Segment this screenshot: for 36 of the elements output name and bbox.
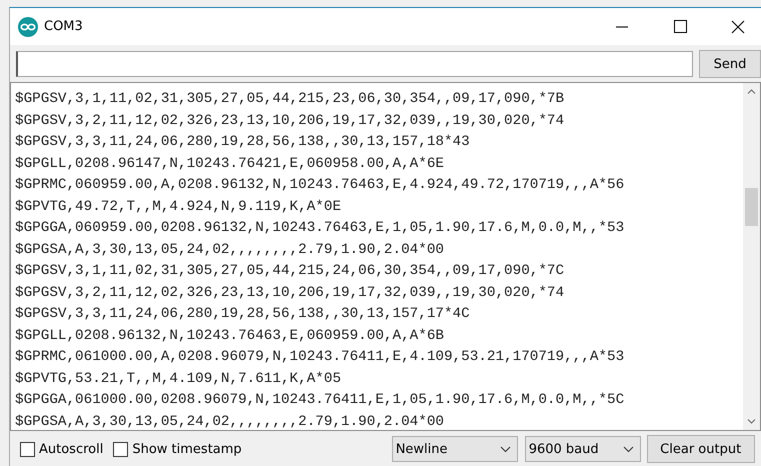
output-line: $GPVTG,49.72,T,,M,4.924,N,9.119,K,A*0E bbox=[15, 198, 342, 216]
scroll-down-icon bbox=[747, 419, 756, 424]
baud-rate-dropdown[interactable]: 9600 baud bbox=[524, 436, 641, 462]
output-line: $GPGLL,0208.96132,N,10243.76463,E,060959.00,A,A*6B bbox=[15, 326, 445, 346]
output-line: $GPGSV,3,3,11,24,06,280,19,28,56,138,,30,13,157,18*43 bbox=[15, 133, 471, 152]
chevron-down-icon bbox=[622, 446, 634, 452]
window-title: COM3 bbox=[44, 19, 84, 34]
chevron-down-icon bbox=[500, 446, 511, 452]
checkbox[interactable] bbox=[20, 442, 35, 456]
output-line: $GPGSV,3,1,11,02,31,305,27,05,44,215,24,06,30,354,,09,17,090,*7C bbox=[15, 262, 566, 281]
scrollbar[interactable] bbox=[743, 83, 760, 430]
maximize-icon bbox=[674, 20, 686, 33]
output-line: $GPGSA,A,3,30,13,05,24,02,,,,,,,,2.79,1.90,2.04*00 bbox=[15, 240, 445, 260]
scrollbar-thumb[interactable] bbox=[745, 188, 758, 226]
scroll-up-icon bbox=[747, 89, 756, 94]
output-line: $GPGLL,0208.96147,N,10243.76421,E,060958.00,A,A*6E bbox=[15, 154, 445, 174]
minimize-icon bbox=[616, 26, 628, 28]
output-line: $GPGSV,3,2,11,12,02,326,23,13,10,206,19,17,32,039,,19,30,020,*74 bbox=[15, 112, 566, 130]
line-ending-dropdown[interactable]: Newline bbox=[392, 436, 518, 462]
clear-output-button[interactable]: Clear output bbox=[646, 435, 755, 463]
checkbox[interactable] bbox=[113, 442, 128, 456]
output-line: $GPVTG,53.21,T,,M,4.109,N,7.611,K,A*05 bbox=[15, 370, 342, 388]
output-line: $GPGSV,3,1,11,02,31,305,27,05,44,215,23,06,30,354,,09,17,090,*7B bbox=[15, 90, 566, 109]
output-line: $GPGGA,060959.00,0208.96132,N,10243.76463,E,1,05,1.90,17.6,M,0.0,M,,*53 bbox=[15, 219, 626, 238]
option-checkbox[interactable]: Autoscroll bbox=[20, 442, 104, 456]
output-line: $GPGSA,A,3,30,13,05,24,02,,,,,,,,2.79,1.90,2.04*00 bbox=[15, 412, 445, 430]
infinity-logo-icon bbox=[18, 16, 38, 36]
checkbox-label: Autoscroll bbox=[39, 442, 104, 456]
output-line: $GPRMC,060959.00,A,0208.96132,N,10243.76463,E,4.924,49.72,170719,,,A*56 bbox=[15, 176, 626, 195]
output-line: $GPGGA,061000.00,0208.96079,N,10243.76411,E,1,05,1.90,17.6,M,0.0,M,,*5C bbox=[15, 391, 626, 410]
send-button[interactable]: Send bbox=[699, 50, 761, 78]
close-icon bbox=[731, 20, 745, 34]
input-field[interactable] bbox=[16, 51, 693, 77]
output-line: $GPGSV,3,3,11,24,06,280,19,28,56,138,,30,13,157,17*4C bbox=[15, 305, 471, 324]
output-line: $GPRMC,061000.00,A,0208.96079,N,10243.76411,E,4.109,53.21,170719,,,A*53 bbox=[15, 348, 626, 367]
output-line: $GPGSV,3,2,11,12,02,326,23,13,10,206,19,17,32,039,,19,30,020,*74 bbox=[15, 284, 566, 302]
